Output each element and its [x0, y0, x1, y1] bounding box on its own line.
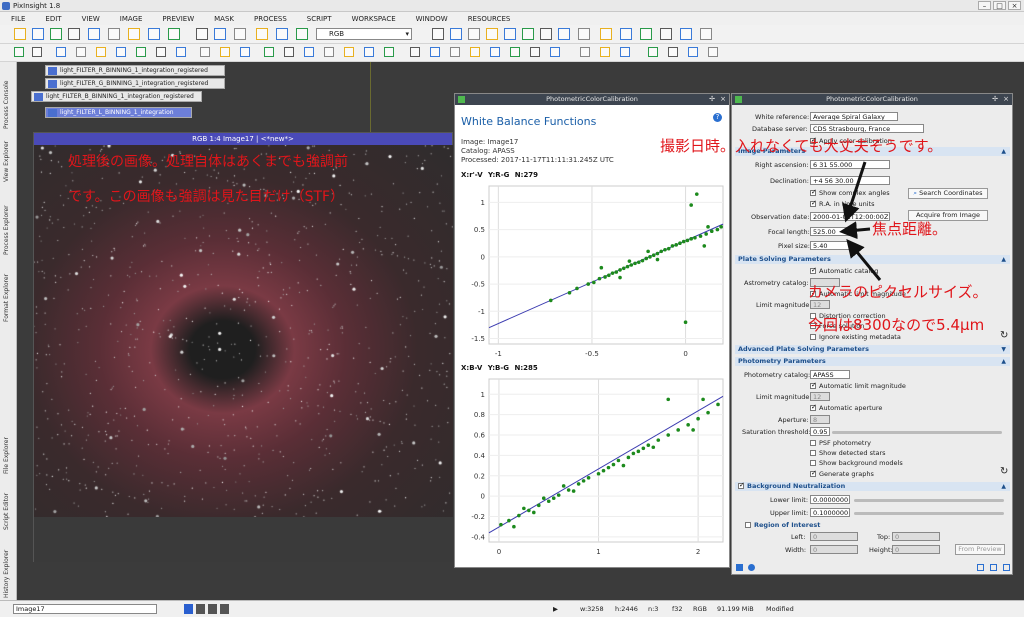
- status-channels: n:3: [648, 605, 659, 613]
- status-state: Modified: [766, 605, 794, 613]
- status-height: h:2446: [615, 605, 638, 613]
- view-select[interactable]: Image17: [13, 604, 157, 614]
- status-bar: Image17 ▶ w:3258 h:2446 n:3 f32 RGB 91.1…: [0, 600, 1024, 617]
- view-select-value: Image17: [16, 605, 45, 613]
- arrow-focal-length: [839, 221, 871, 240]
- annotation-arrows: [839, 161, 882, 281]
- channel-b-icon[interactable]: [220, 604, 229, 614]
- arrow-pixel-size: [846, 239, 882, 281]
- status-mode: RGB: [693, 605, 708, 613]
- channel-g-icon[interactable]: [208, 604, 217, 614]
- status-memory: 91.199 MiB: [717, 605, 754, 613]
- arrow-obs-date: [842, 161, 867, 223]
- status-bits: f32: [672, 605, 683, 613]
- play-icon[interactable]: ▶: [553, 605, 558, 613]
- channel-rgb-icon[interactable]: [184, 604, 193, 614]
- channel-r-icon[interactable]: [196, 604, 205, 614]
- status-width: w:3258: [580, 605, 604, 613]
